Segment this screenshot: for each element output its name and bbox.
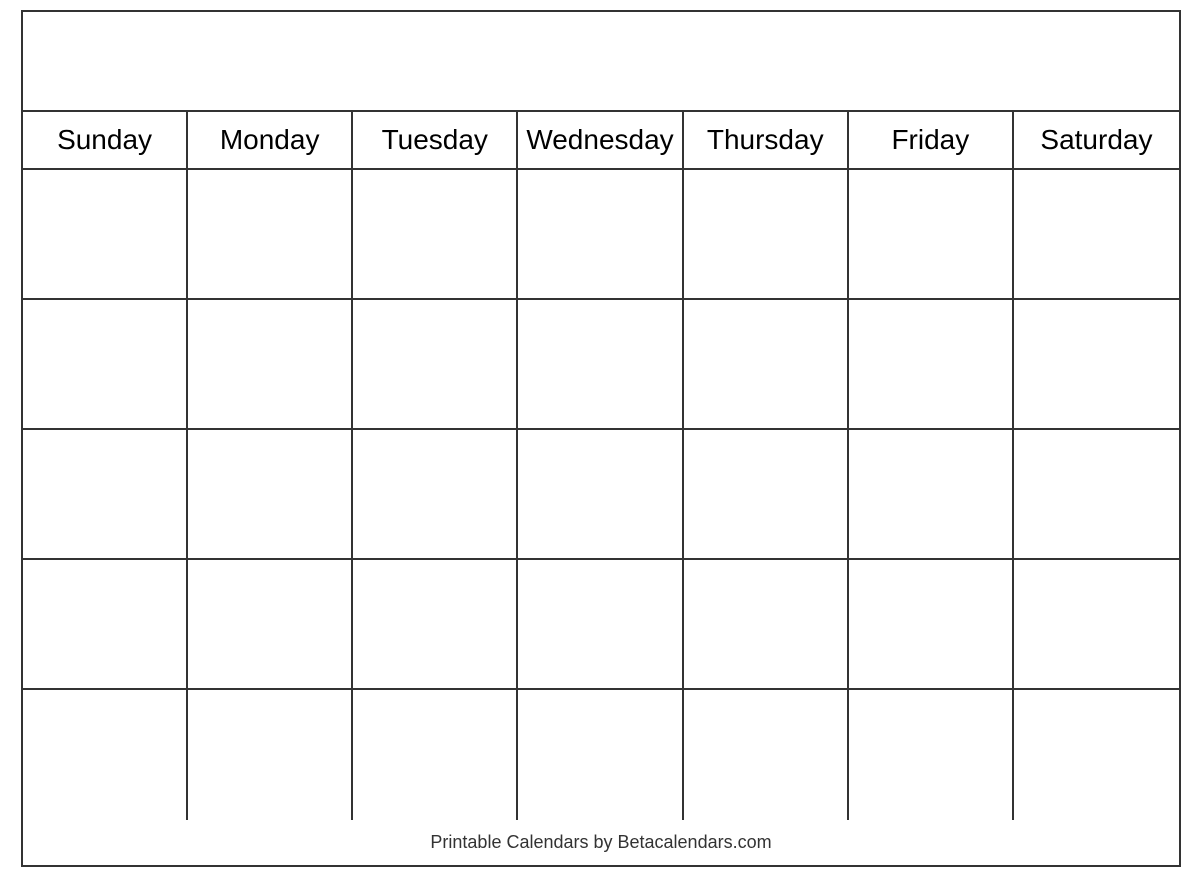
day-header-thursday: Thursday xyxy=(684,112,849,168)
cell-3-2[interactable] xyxy=(188,430,353,558)
cell-2-4[interactable] xyxy=(518,300,683,428)
cell-4-2[interactable] xyxy=(188,560,353,688)
cell-5-2[interactable] xyxy=(188,690,353,820)
cell-1-6[interactable] xyxy=(849,170,1014,298)
day-header-monday: Monday xyxy=(188,112,353,168)
cell-4-4[interactable] xyxy=(518,560,683,688)
cell-5-1[interactable] xyxy=(23,690,188,820)
week-row-4 xyxy=(23,560,1179,690)
cell-2-1[interactable] xyxy=(23,300,188,428)
cell-5-7[interactable] xyxy=(1014,690,1179,820)
day-header-sunday: Sunday xyxy=(23,112,188,168)
day-header-saturday: Saturday xyxy=(1014,112,1179,168)
cell-5-5[interactable] xyxy=(684,690,849,820)
day-header-wednesday: Wednesday xyxy=(518,112,683,168)
cell-1-5[interactable] xyxy=(684,170,849,298)
cell-2-2[interactable] xyxy=(188,300,353,428)
cell-3-1[interactable] xyxy=(23,430,188,558)
calendar-title xyxy=(23,12,1179,112)
cell-3-4[interactable] xyxy=(518,430,683,558)
calendar-header: Sunday Monday Tuesday Wednesday Thursday… xyxy=(23,112,1179,170)
cell-1-2[interactable] xyxy=(188,170,353,298)
cell-4-5[interactable] xyxy=(684,560,849,688)
cell-4-6[interactable] xyxy=(849,560,1014,688)
week-row-5 xyxy=(23,690,1179,820)
cell-1-4[interactable] xyxy=(518,170,683,298)
cell-5-6[interactable] xyxy=(849,690,1014,820)
calendar-body xyxy=(23,170,1179,820)
calendar: Sunday Monday Tuesday Wednesday Thursday… xyxy=(21,10,1181,867)
cell-4-1[interactable] xyxy=(23,560,188,688)
week-row-1 xyxy=(23,170,1179,300)
cell-5-4[interactable] xyxy=(518,690,683,820)
cell-3-5[interactable] xyxy=(684,430,849,558)
cell-2-7[interactable] xyxy=(1014,300,1179,428)
cell-4-3[interactable] xyxy=(353,560,518,688)
cell-3-3[interactable] xyxy=(353,430,518,558)
cell-2-5[interactable] xyxy=(684,300,849,428)
calendar-footer: Printable Calendars by Betacalendars.com xyxy=(23,820,1179,865)
day-header-friday: Friday xyxy=(849,112,1014,168)
cell-1-1[interactable] xyxy=(23,170,188,298)
cell-1-3[interactable] xyxy=(353,170,518,298)
cell-5-3[interactable] xyxy=(353,690,518,820)
cell-3-7[interactable] xyxy=(1014,430,1179,558)
cell-4-7[interactable] xyxy=(1014,560,1179,688)
day-header-tuesday: Tuesday xyxy=(353,112,518,168)
cell-2-6[interactable] xyxy=(849,300,1014,428)
cell-1-7[interactable] xyxy=(1014,170,1179,298)
week-row-3 xyxy=(23,430,1179,560)
cell-3-6[interactable] xyxy=(849,430,1014,558)
cell-2-3[interactable] xyxy=(353,300,518,428)
week-row-2 xyxy=(23,300,1179,430)
